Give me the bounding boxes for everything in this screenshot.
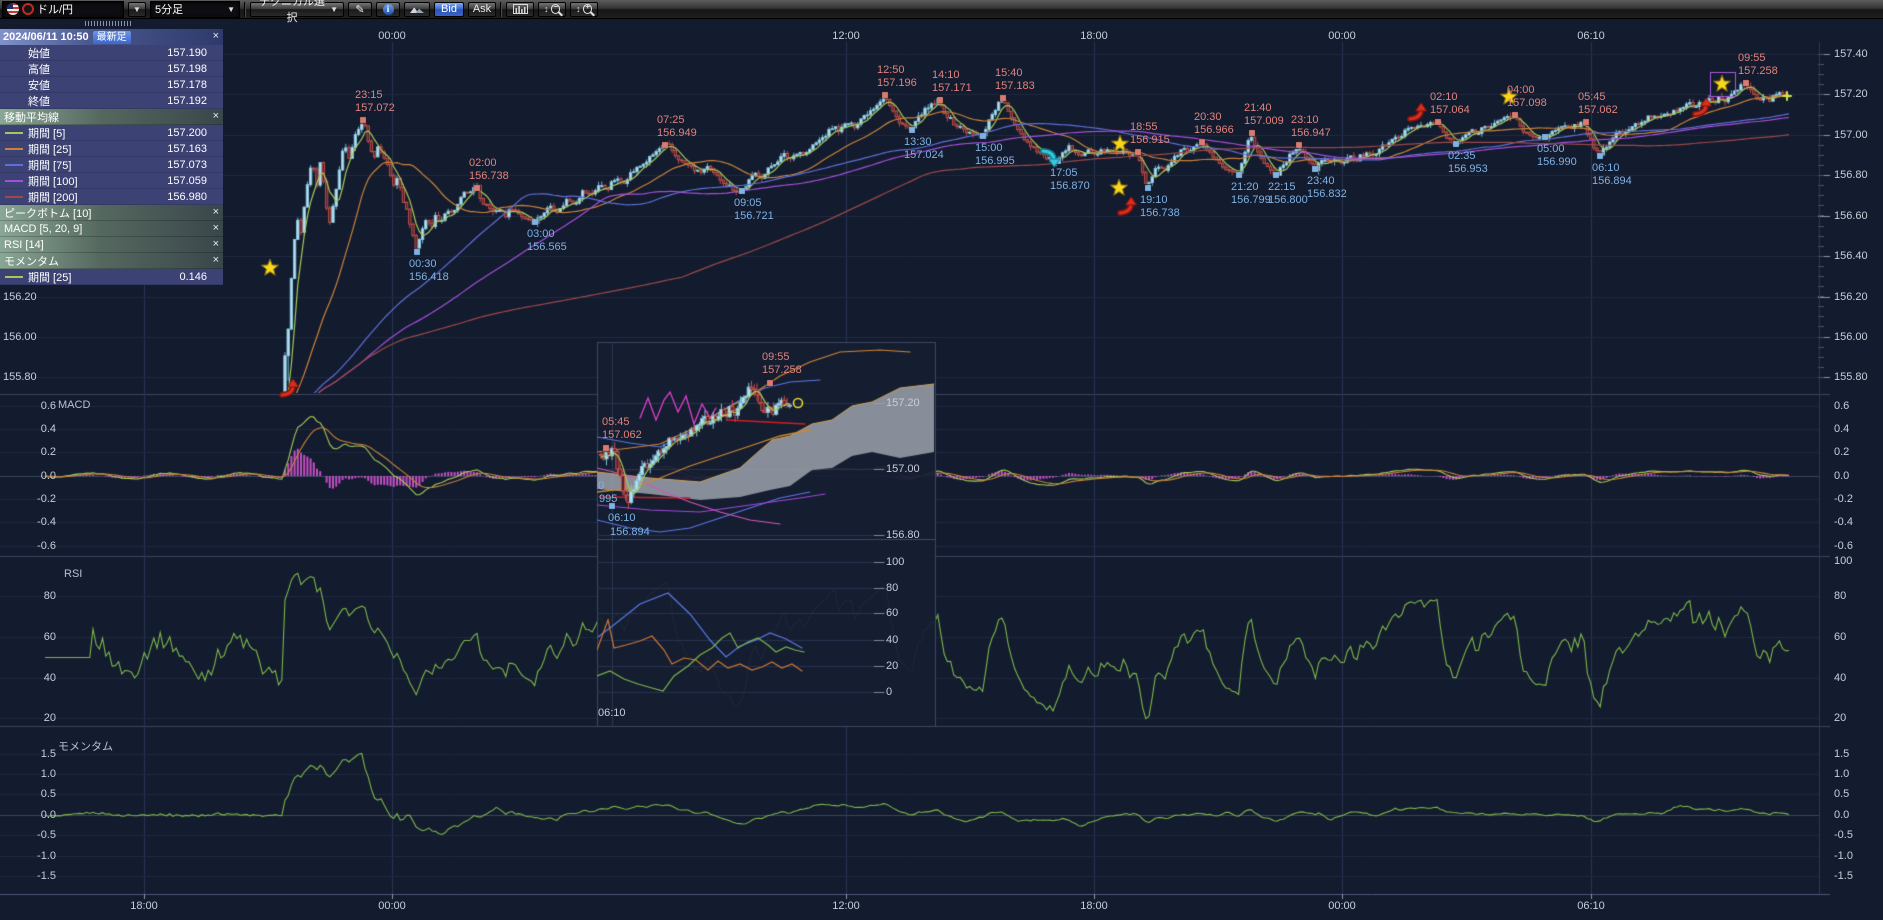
row-label: 安値	[28, 77, 50, 93]
row-label: 期間 [200]	[28, 189, 78, 205]
magnifier-minus-icon: −	[551, 4, 561, 14]
indicator-section-header: 移動平均線 ×	[0, 109, 223, 125]
toolbar-separator	[244, 2, 246, 17]
indicator-row: 終値 157.192	[0, 93, 223, 109]
series-color-swatch	[5, 180, 23, 182]
panel-grip-handle[interactable]	[85, 21, 133, 26]
indicator-row: 期間 [5] 157.200	[0, 125, 223, 141]
chevron-down-icon: ▼	[227, 5, 235, 14]
us-flag-icon	[7, 3, 19, 15]
row-label: 終値	[28, 93, 50, 109]
section-title: モメンタム	[4, 253, 59, 269]
technical-select-button[interactable]: テクニカル選択 ▼	[250, 2, 344, 17]
series-color-swatch	[5, 132, 23, 134]
histogram-icon	[513, 4, 528, 14]
inset-window[interactable]	[597, 342, 935, 726]
section-title: ピークボトム [10]	[4, 205, 91, 221]
indicator-row: 始値 157.190	[0, 45, 223, 61]
trading-app-window: { "toolbar": { "pair_label": "ドル/円", "ti…	[0, 0, 1883, 920]
pair-selector[interactable]: ドル/円	[2, 1, 124, 18]
magnifier-plus-icon: +	[583, 4, 593, 14]
zoom-out-button[interactable]: ↕ −	[538, 2, 566, 17]
indicator-row: 期間 [200] 156.980	[0, 189, 223, 205]
section-title: RSI [14]	[4, 239, 44, 251]
row-value: 157.198	[167, 63, 207, 75]
chevron-down-icon: ▼	[330, 5, 338, 14]
toolbar-separator	[500, 2, 502, 17]
row-value: 157.073	[167, 159, 207, 171]
close-icon[interactable]: ×	[213, 30, 219, 42]
close-icon[interactable]: ×	[213, 110, 219, 122]
chart-style-button[interactable]	[404, 2, 430, 17]
ask-button[interactable]: Ask	[468, 2, 496, 17]
row-label: 期間 [100]	[28, 173, 78, 189]
bid-button[interactable]: Bid	[434, 2, 464, 17]
indicator-row: 安値 157.178	[0, 77, 223, 93]
pencil-icon: ✎	[355, 3, 364, 16]
pair-label: ドル/円	[37, 1, 73, 17]
volume-chart-button[interactable]	[506, 2, 534, 17]
updown-arrows-icon: ↕	[576, 4, 581, 14]
close-icon[interactable]: ×	[213, 254, 219, 266]
row-label: 始値	[28, 45, 50, 61]
row-label: 期間 [5]	[28, 125, 65, 141]
quote-info-panel: 2024/06/11 10:50 最新足 × 始値 157.190 高値 157.19…	[0, 29, 223, 285]
row-value: 157.190	[167, 47, 207, 59]
row-label: 期間 [25]	[28, 269, 71, 285]
chevron-down-icon: ▼	[133, 5, 141, 14]
quote-date: 2024/06/11 10:50	[3, 31, 89, 43]
quote-panel-titlebar[interactable]: 2024/06/11 10:50 最新足 ×	[0, 29, 223, 45]
indicator-section-header: モメンタム ×	[0, 253, 223, 269]
row-value: 157.200	[167, 127, 207, 139]
indicator-row: 期間 [25] 0.146	[0, 269, 223, 285]
indicator-section-header: RSI [14] ×	[0, 237, 223, 253]
section-title: MACD [5, 20, 9]	[4, 223, 82, 235]
row-value: 156.980	[167, 191, 207, 203]
row-label: 期間 [75]	[28, 157, 71, 173]
row-value: 157.059	[167, 175, 207, 187]
info-icon: i	[383, 4, 394, 15]
close-icon[interactable]: ×	[213, 206, 219, 218]
row-value: 157.178	[167, 79, 207, 91]
series-color-swatch	[5, 148, 23, 150]
series-color-swatch	[5, 196, 23, 198]
draw-tool-button[interactable]: ✎	[348, 2, 372, 17]
indicator-row: 期間 [25] 157.163	[0, 141, 223, 157]
indicator-section-header: ピークボトム [10] ×	[0, 205, 223, 221]
close-icon[interactable]: ×	[213, 238, 219, 250]
pair-dropdown-button[interactable]: ▼	[128, 2, 146, 17]
zoom-in-button[interactable]: ↕ +	[570, 2, 598, 17]
row-label: 高値	[28, 61, 50, 77]
indicator-section-header: MACD [5, 20, 9] ×	[0, 221, 223, 237]
indicator-row: 期間 [75] 157.073	[0, 157, 223, 173]
latest-bar-button[interactable]: 最新足	[93, 31, 131, 44]
info-button[interactable]: i	[376, 2, 400, 17]
row-value: 157.192	[167, 95, 207, 107]
chart-canvas[interactable]	[0, 0, 1883, 920]
section-title: 移動平均線	[4, 109, 59, 125]
indicator-row: 期間 [100] 157.059	[0, 173, 223, 189]
series-color-swatch	[5, 164, 23, 166]
series-color-swatch	[5, 276, 23, 278]
row-value: 157.163	[167, 143, 207, 155]
jp-flag-icon	[22, 3, 34, 15]
indicator-row: 高値 157.198	[0, 61, 223, 77]
updown-arrows-icon: ↕	[544, 4, 549, 14]
toolbar: ドル/円 ▼ 5分足 ▼ テクニカル選択 ▼ ✎ i Bid Ask ↕	[0, 0, 1883, 19]
row-label: 期間 [25]	[28, 141, 71, 157]
mountain-icon	[410, 5, 424, 14]
close-icon[interactable]: ×	[213, 222, 219, 234]
row-value: 0.146	[179, 271, 207, 283]
timeframe-label: 5分足	[155, 1, 183, 17]
technical-select-label: テクニカル選択	[256, 0, 328, 25]
timeframe-selector[interactable]: 5分足 ▼	[150, 1, 240, 18]
